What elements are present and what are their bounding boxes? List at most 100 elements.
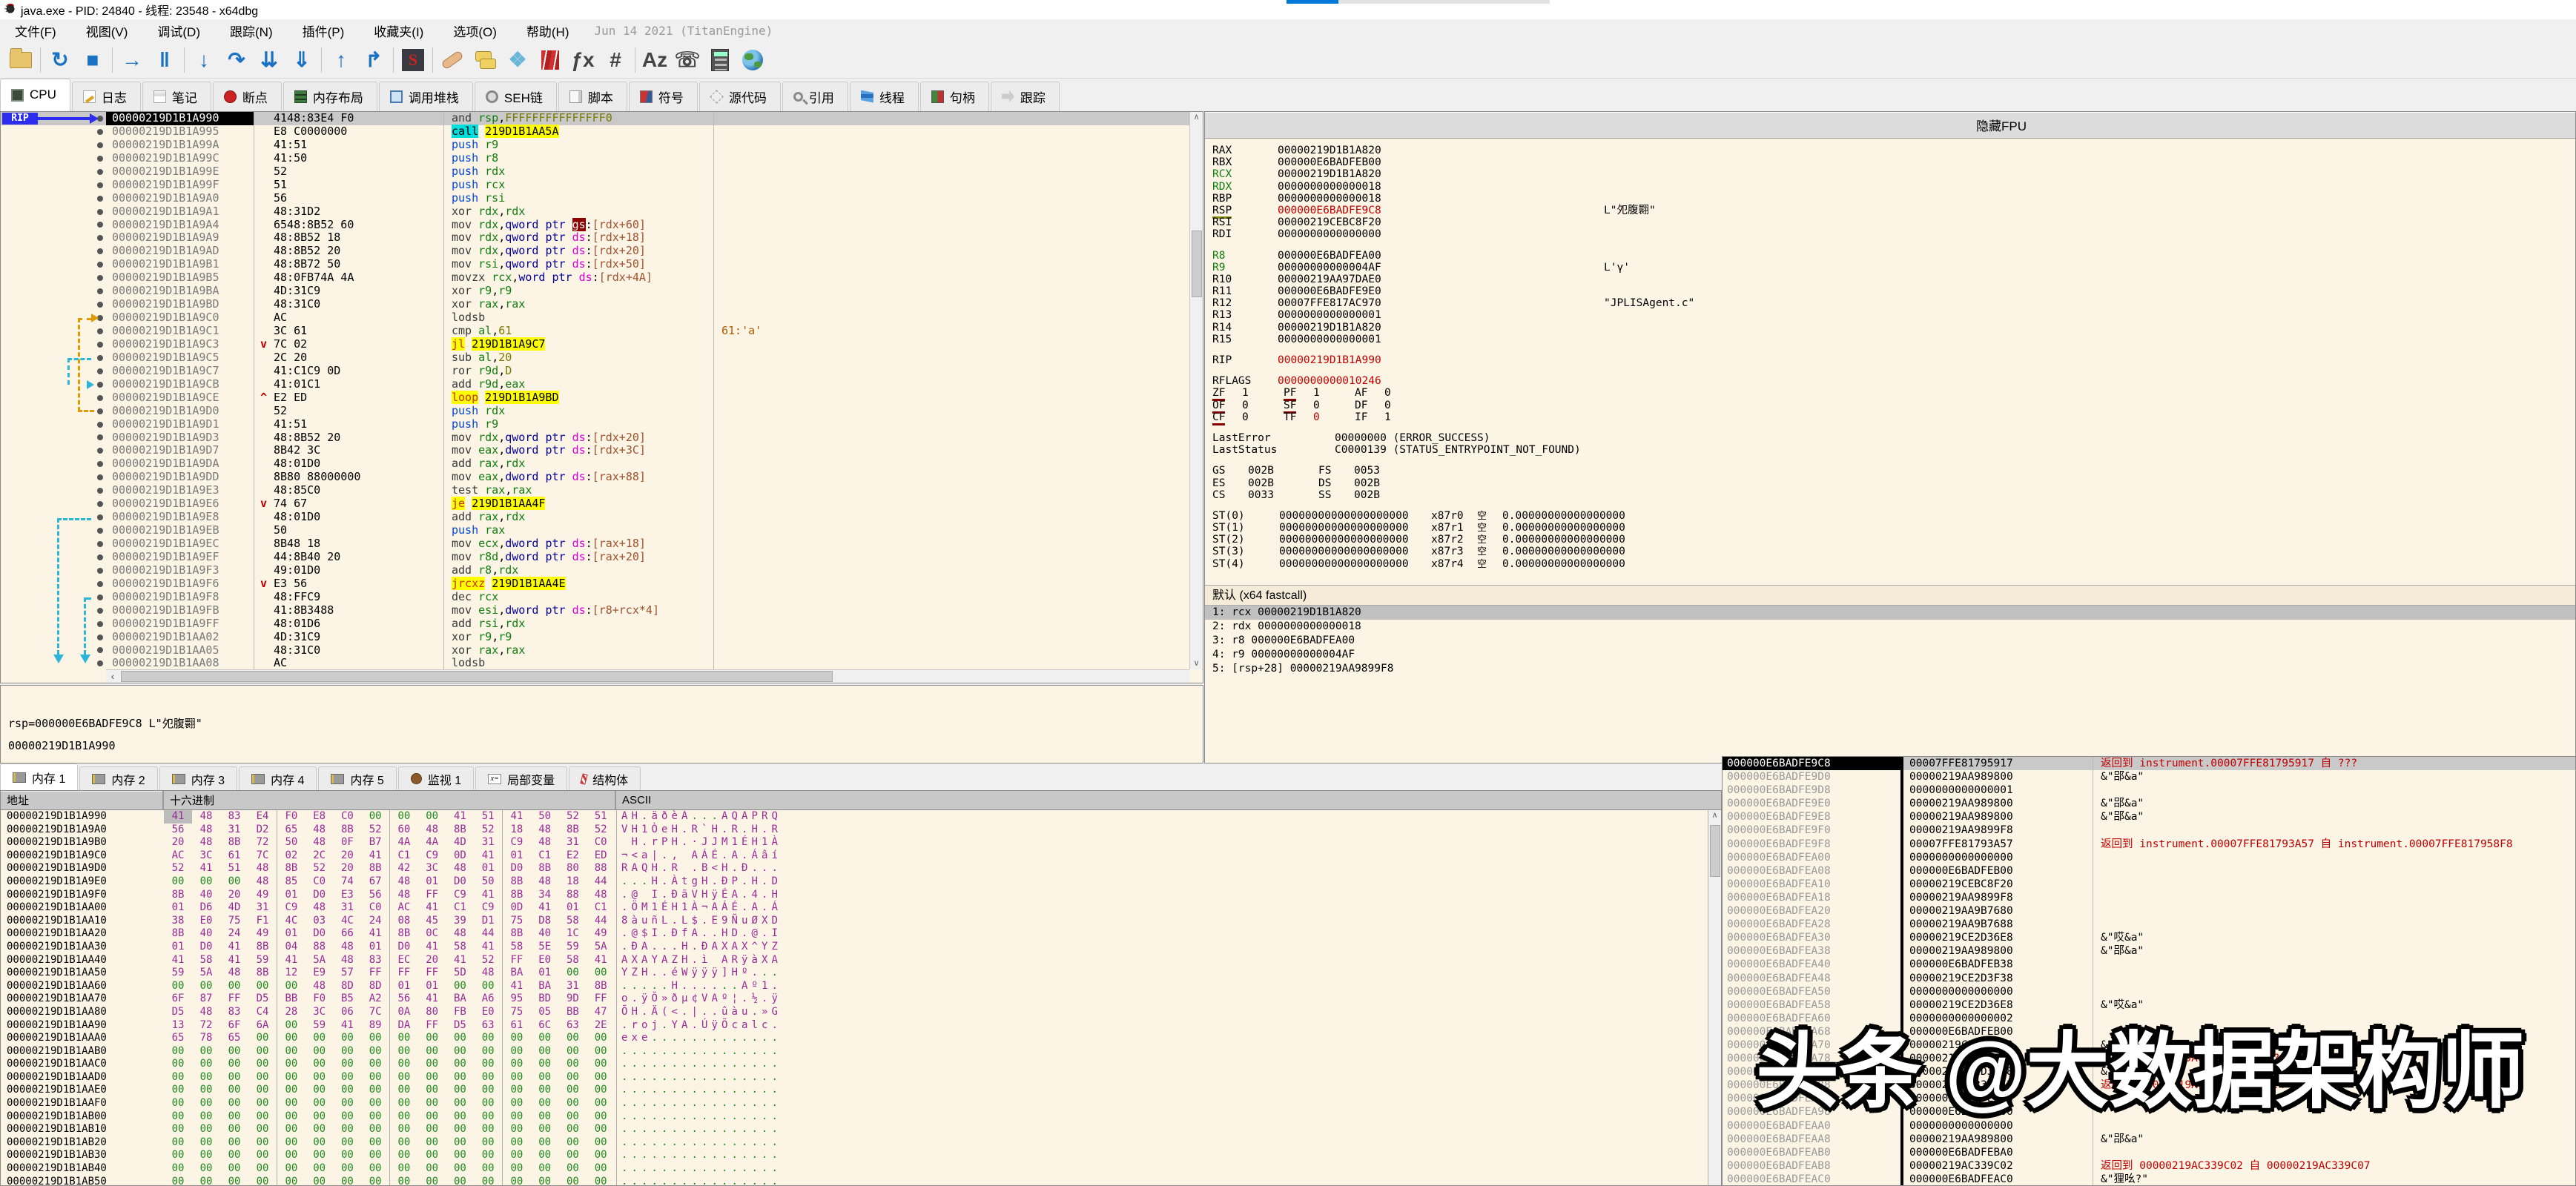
disasm-row[interactable]: 00000219D1B1A9B148:8B72 50mov rsi,qword … — [1, 258, 1203, 271]
breakpoint-dot[interactable] — [97, 554, 103, 560]
menu-item-收藏夹I[interactable]: 收藏夹(I) — [359, 19, 438, 42]
dump-row[interactable]: 00000219D1B1AB30000000000000000000000000… — [1, 1149, 1708, 1162]
dump-row[interactable]: 00000219D1B1AA3001D0418B04884801D0415841… — [1, 941, 1708, 954]
stack-row[interactable]: 000000E6BADFE9D000000219AA989800&"郘&a" — [1723, 770, 2575, 784]
breakpoint-dot[interactable] — [97, 594, 103, 600]
register-row[interactable]: R1200007FFE817AC970"JPLISAgent.c" — [1212, 297, 2575, 309]
dump-row[interactable]: 00000219D1B1A990414883E4F0E8C00000004151… — [1, 810, 1708, 824]
disasm-row[interactable]: 00000219D1B1A9A948:8B52 18mov rdx,qword … — [1, 231, 1203, 245]
register-row[interactable]: R1000000219AA97DAE0 — [1212, 274, 2575, 285]
disasm-row[interactable]: 00000219D1B1A99A41:51push r9 — [1, 139, 1203, 152]
dump-row[interactable]: 00000219D1B1AA4041584159415A4883EC204152… — [1, 954, 1708, 967]
open-file-icon[interactable] — [4, 44, 37, 76]
breakpoint-dot[interactable] — [97, 501, 103, 507]
tab-调用堆栈[interactable]: 调用堆栈 — [379, 82, 473, 111]
disasm-row[interactable]: 00000219D1B1A9EC8B48 18mov ecx,dword ptr… — [1, 537, 1203, 551]
dump-row[interactable]: 00000219D1B1A9D0524151488B52208B423C4801… — [1, 862, 1708, 875]
dump-vertical-scrollbar[interactable]: ∧ — [1708, 810, 1721, 1185]
flag-ZF[interactable]: ZF — [1212, 387, 1242, 399]
dump-row[interactable]: 00000219D1B1AA9013726F6A00594189DAFFD563… — [1, 1019, 1708, 1033]
run-to-user-code-icon[interactable]: ↱ — [357, 44, 390, 76]
menu-item-跟踪N[interactable]: 跟踪(N) — [215, 19, 288, 42]
breakpoint-dot[interactable] — [97, 448, 103, 454]
dump-row[interactable]: 00000219D1B1A9C0AC3C617C022C2041C1C90D41… — [1, 849, 1708, 863]
snowman-icon[interactable]: # — [599, 44, 632, 76]
disasm-row[interactable]: 00000219D1B1A9F6vE3 56jrcxz 219D1B1AA4E — [1, 577, 1203, 591]
fastcall-arg[interactable]: 3: r8 000000E6BADFEA00 — [1205, 634, 2575, 648]
favourites-icon[interactable]: ❖ — [501, 44, 534, 76]
stack-row[interactable]: 000000E6BADFE9F000000219AA9899F8 — [1723, 824, 2575, 837]
disasm-row[interactable]: 00000219D1B1A9AD48:8B52 20mov rdx,qword … — [1, 245, 1203, 258]
register-row[interactable]: RDI0000000000000000 — [1212, 228, 2575, 240]
disasm-row[interactable]: 00000219D1B1A9FB41:8B3488mov esi,dword p… — [1, 604, 1203, 617]
register-row[interactable]: RCX00000219D1B1A820 — [1212, 168, 2575, 180]
register-row[interactable]: RDX0000000000000018 — [1212, 181, 2575, 193]
register-row[interactable]: R150000000000000001 — [1212, 334, 2575, 345]
menu-item-调试D[interactable]: 调试(D) — [142, 19, 215, 42]
breakpoint-dot[interactable] — [97, 382, 103, 388]
flag-SF[interactable]: SF — [1284, 400, 1313, 411]
disasm-row[interactable]: 00000219D1B1A9D052push rdx — [1, 405, 1203, 418]
dump-col-hex[interactable]: 十六进制 — [164, 791, 616, 809]
calculator-icon[interactable] — [704, 44, 736, 76]
breakpoint-dot[interactable] — [97, 434, 103, 440]
stack-row[interactable]: 000000E6BADFE9C800007FFE81795917返回到 inst… — [1723, 757, 2575, 770]
breakpoint-dot[interactable] — [97, 288, 103, 294]
scylla-icon[interactable]: S — [397, 44, 429, 76]
hide-fpu-button[interactable]: 隐藏FPU — [1205, 112, 2575, 139]
tab-脚本[interactable]: 脚本 — [558, 82, 627, 111]
calling-convention-label[interactable]: 默认 (x64 fastcall) — [1205, 585, 2575, 606]
breakpoint-dot[interactable] — [97, 302, 103, 308]
disasm-row[interactable]: 00000219D1B1A9FF48:01D6add rsi,rdx — [1, 617, 1203, 631]
menu-item-视图V[interactable]: 视图(V) — [71, 19, 143, 42]
disasm-row[interactable]: 00000219D1B1AA024D:31C9xor r9,r9 — [1, 631, 1203, 644]
dump-row[interactable]: 00000219D1B1A9F08B40204901D0E35648FFC941… — [1, 889, 1708, 902]
breakpoint-dot[interactable] — [97, 235, 103, 241]
breakpoint-dot[interactable] — [97, 275, 103, 281]
breakpoint-dot[interactable] — [97, 647, 103, 653]
breakpoint-dot[interactable] — [97, 355, 103, 361]
disassembly-panel[interactable]: 00000219D1B1A9904148:83E4 F0and rsp,FFFF… — [0, 111, 1203, 683]
register-row[interactable]: RAX00000219D1B1A820 — [1212, 145, 2575, 156]
stack-row[interactable]: 000000E6BADFEA2000000219AA9B7680 — [1723, 904, 2575, 918]
dump-row[interactable]: 00000219D1B1AB00000000000000000000000000… — [1, 1110, 1708, 1124]
menu-item-选项O[interactable]: 选项(O) — [438, 19, 512, 42]
breakpoint-dot[interactable] — [97, 342, 103, 348]
register-row[interactable]: RSI00000219CEBC8F20 — [1212, 216, 2575, 228]
text-case-icon[interactable]: Aᴢ — [638, 44, 671, 76]
tab-线程[interactable]: 线程 — [850, 82, 919, 111]
flag-DF[interactable]: DF — [1355, 400, 1384, 411]
breakpoint-dot[interactable] — [97, 129, 103, 135]
disasm-row[interactable]: 00000219D1B1A9CE^E2 EDloop 219D1B1A9BD — [1, 391, 1203, 405]
disasm-row[interactable]: 00000219D1B1A99C41:50push r8 — [1, 152, 1203, 165]
tab-引用[interactable]: 引用 — [782, 82, 848, 111]
stack-row[interactable]: 000000E6BADFE9D80000000000000001 — [1723, 784, 2575, 797]
tab-内存布局[interactable]: 内存布局 — [283, 82, 377, 111]
disasm-row[interactable]: 00000219D1B1A9A148:31D2xor rdx,rdx — [1, 205, 1203, 219]
dump-row[interactable]: 00000219D1B1AB10000000000000000000000000… — [1, 1123, 1708, 1136]
breakpoint-dot[interactable] — [97, 621, 103, 627]
dump-row[interactable]: 00000219D1B1AAA0657865000000000000000000… — [1, 1032, 1708, 1045]
breakpoint-dot[interactable] — [97, 248, 103, 254]
flag-CF[interactable]: CF — [1212, 411, 1242, 423]
menu-item-插件P[interactable]: 插件(P) — [288, 19, 360, 42]
disasm-row[interactable]: 00000219D1B1A9D141:51push r9 — [1, 418, 1203, 431]
breakpoint-dot[interactable] — [97, 156, 103, 162]
dump-tab-内存 3[interactable]: 内存 3 — [159, 766, 237, 790]
breakpoint-dot[interactable] — [97, 395, 103, 401]
dump-tab-内存 2[interactable]: 内存 2 — [79, 766, 157, 790]
register-row[interactable]: R130000000000000001 — [1212, 309, 2575, 321]
register-row[interactable]: R900000000000004AFL'ү' — [1212, 262, 2575, 274]
stack-row[interactable]: 000000E6BADFEA000000000000000000 — [1723, 851, 2575, 864]
fastcall-arg[interactable]: 4: r9 00000000000004AF — [1205, 648, 2575, 662]
dump-row[interactable]: 00000219D1B1AAE0000000000000000000000000… — [1, 1084, 1708, 1097]
disasm-row[interactable]: 00000219D1B1A9EF44:8B40 20mov r8d,dword … — [1, 551, 1203, 564]
disasm-row[interactable]: 00000219D1B1A9DA48:01D0add rax,rdx — [1, 457, 1203, 471]
disasm-row[interactable]: 00000219D1B1A9A056push rsi — [1, 192, 1203, 205]
fastcall-arg[interactable]: 5: [rsp+28] 00000219AA9899F8 — [1205, 662, 2575, 676]
breakpoint-dot[interactable] — [97, 422, 103, 428]
disasm-row[interactable]: 00000219D1B1A9C741:C1C9 0Dror r9d,D — [1, 365, 1203, 378]
fastcall-arg[interactable]: 1: rcx 00000219D1B1A820 — [1205, 606, 2575, 620]
dump-row[interactable]: 00000219D1B1AA1038E075F14C034C24084539D1… — [1, 915, 1708, 928]
disasm-row[interactable]: 00000219D1B1A9E848:01D0add rax,rdx — [1, 511, 1203, 524]
